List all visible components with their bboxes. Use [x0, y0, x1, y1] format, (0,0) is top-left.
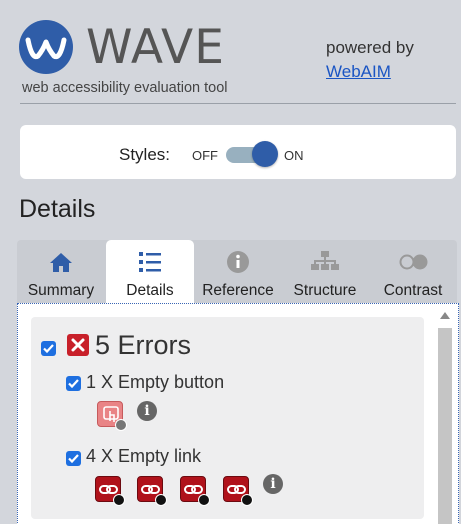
error-badge-icon — [115, 419, 127, 431]
hierarchy-icon — [283, 250, 367, 276]
styles-label: Styles: — [119, 145, 171, 164]
tab-summary-label: Summary — [27, 282, 95, 299]
header: WAVE web accessibility evaluation tool p… — [0, 0, 461, 104]
empty-button-info-icon[interactable]: i — [137, 401, 157, 421]
tab-summary[interactable]: Summary — [17, 240, 105, 304]
empty-link-icon[interactable] — [137, 476, 167, 506]
details-panel[interactable]: 5 Errors 1 X Empty button i 4 X Empty li… — [17, 303, 459, 524]
error-badge-icon — [198, 494, 210, 506]
error-badge-icon — [241, 494, 253, 506]
tab-details[interactable]: Details — [106, 240, 194, 304]
errors-section: 5 Errors 1 X Empty button i 4 X Empty li… — [31, 317, 424, 519]
tab-bar: Summary Details Reference Structure Cont… — [17, 240, 457, 304]
wave-logo-icon — [19, 20, 73, 74]
brand-title: WAVE — [86, 20, 225, 75]
empty-button-checkbox[interactable] — [66, 376, 81, 391]
details-heading: Details — [19, 195, 96, 223]
tab-reference[interactable]: Reference — [195, 240, 281, 304]
empty-button-icon[interactable] — [97, 401, 127, 431]
error-x-icon — [67, 334, 89, 356]
list-icon — [106, 250, 194, 276]
tab-structure[interactable]: Structure — [283, 240, 367, 304]
scroll-up-icon[interactable] — [440, 312, 450, 319]
error-badge-icon — [113, 494, 125, 506]
errors-count: 5 Errors — [95, 330, 192, 360]
empty-link-icon[interactable] — [180, 476, 210, 506]
empty-link-icon[interactable] — [95, 476, 125, 506]
errors-checkbox[interactable] — [41, 341, 56, 356]
tab-reference-label: Reference — [202, 282, 274, 299]
styles-on-label: ON — [284, 148, 304, 163]
empty-link-icon[interactable] — [223, 476, 253, 506]
scroll-thumb[interactable] — [438, 328, 452, 524]
empty-link-checkbox[interactable] — [66, 451, 81, 466]
empty-link-info-icon[interactable]: i — [263, 474, 283, 494]
powered-by-text: powered by — [326, 38, 414, 57]
panel-scrollbar[interactable] — [438, 312, 452, 524]
styles-card: Styles: OFF ON — [20, 125, 456, 179]
empty-link-label: 4 X Empty link — [86, 446, 202, 466]
header-divider — [20, 103, 456, 104]
styles-off-label: OFF — [192, 148, 218, 163]
error-badge-icon — [155, 494, 167, 506]
info-icon — [195, 250, 281, 276]
styles-toggle-knob[interactable] — [252, 141, 278, 167]
contrast-icon — [369, 250, 457, 276]
tab-contrast[interactable]: Contrast — [369, 240, 457, 304]
tab-contrast-label: Contrast — [383, 282, 443, 299]
tab-details-label: Details — [126, 282, 174, 299]
home-icon — [17, 250, 105, 276]
webaim-link[interactable]: WebAIM — [326, 62, 391, 82]
tab-structure-label: Structure — [293, 282, 357, 299]
empty-button-label: 1 X Empty button — [86, 372, 225, 392]
tagline: web accessibility evaluation tool — [22, 80, 228, 96]
